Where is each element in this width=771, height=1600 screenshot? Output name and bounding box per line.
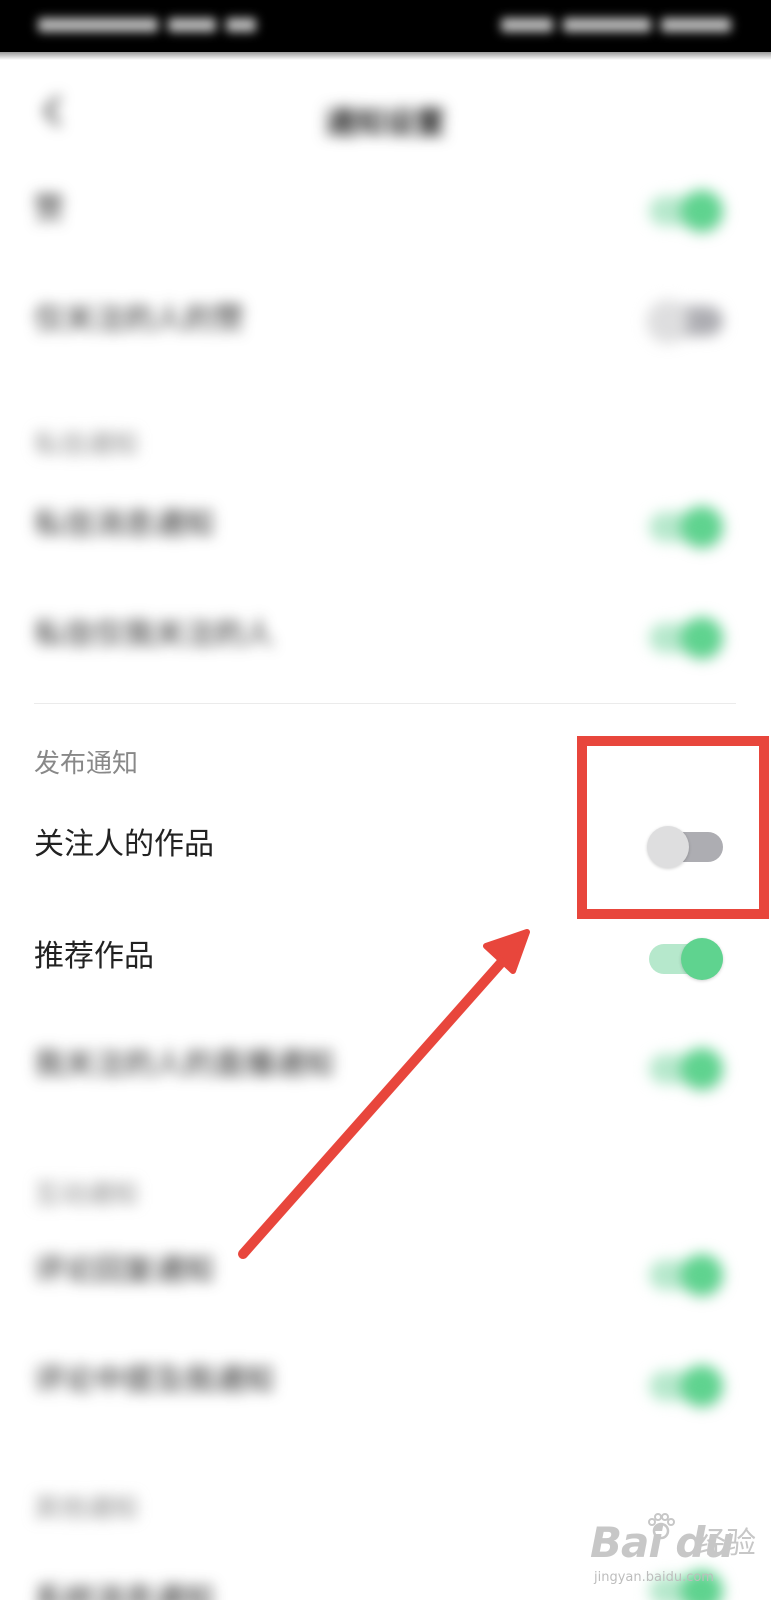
following-works-toggle[interactable] [647, 822, 725, 870]
back-arrow-icon[interactable] [36, 94, 70, 128]
section-title-message: 私信通知 [34, 430, 139, 460]
setting-label: 私信消息通知 [34, 507, 214, 542]
setting-label: 仅关注的人的赞 [34, 302, 244, 337]
message-following-toggle[interactable] [647, 613, 725, 661]
status-bar-right [486, 14, 731, 36]
setting-label: 私信仅我关注的人 [34, 617, 274, 652]
section-title-interaction: 互动通知 [34, 1180, 139, 1210]
baidu-jingyan-watermark: Bai du 经验 jingyan.baidu.com [590, 1513, 760, 1594]
mention-toggle[interactable] [647, 1361, 725, 1409]
toggle-knob [681, 938, 723, 980]
setting-label: 评论中提及我通知 [34, 1363, 274, 1398]
setting-label: 评论回复通知 [34, 1253, 214, 1288]
like-following-toggle[interactable] [647, 296, 725, 344]
nav-header: 通知设置 [0, 70, 771, 156]
setting-label-following-works: 关注人的作品 [34, 827, 214, 862]
section-title-other: 其他通知 [34, 1494, 139, 1524]
comment-reply-toggle[interactable] [647, 1250, 725, 1298]
section-divider [34, 703, 736, 704]
watermark-text: 经验 [696, 1526, 756, 1561]
message-toggle[interactable] [647, 502, 725, 550]
section-title-publish: 发布通知 [34, 749, 139, 779]
setting-label: 我关注的人的直播通知 [34, 1047, 334, 1082]
recommended-works-toggle[interactable] [647, 934, 725, 982]
paw-icon [648, 1513, 675, 1540]
status-bar [0, 0, 771, 60]
notification-settings-page: 通知设置 赞 仅关注的人的赞 私信通知 私信消息通知 私信仅我关注的人 发布通知… [0, 0, 771, 1600]
live-toggle[interactable] [647, 1044, 725, 1092]
status-bar-left [38, 14, 278, 36]
setting-label: 赞 [34, 192, 64, 227]
setting-label: 系统消息通知 [34, 1582, 214, 1600]
setting-label-recommended-works: 推荐作品 [34, 939, 154, 974]
watermark-url: jingyan.baidu.com [594, 1570, 714, 1585]
page-title: 通知设置 [325, 106, 445, 141]
like-toggle[interactable] [647, 186, 725, 234]
toggle-knob [647, 826, 689, 868]
